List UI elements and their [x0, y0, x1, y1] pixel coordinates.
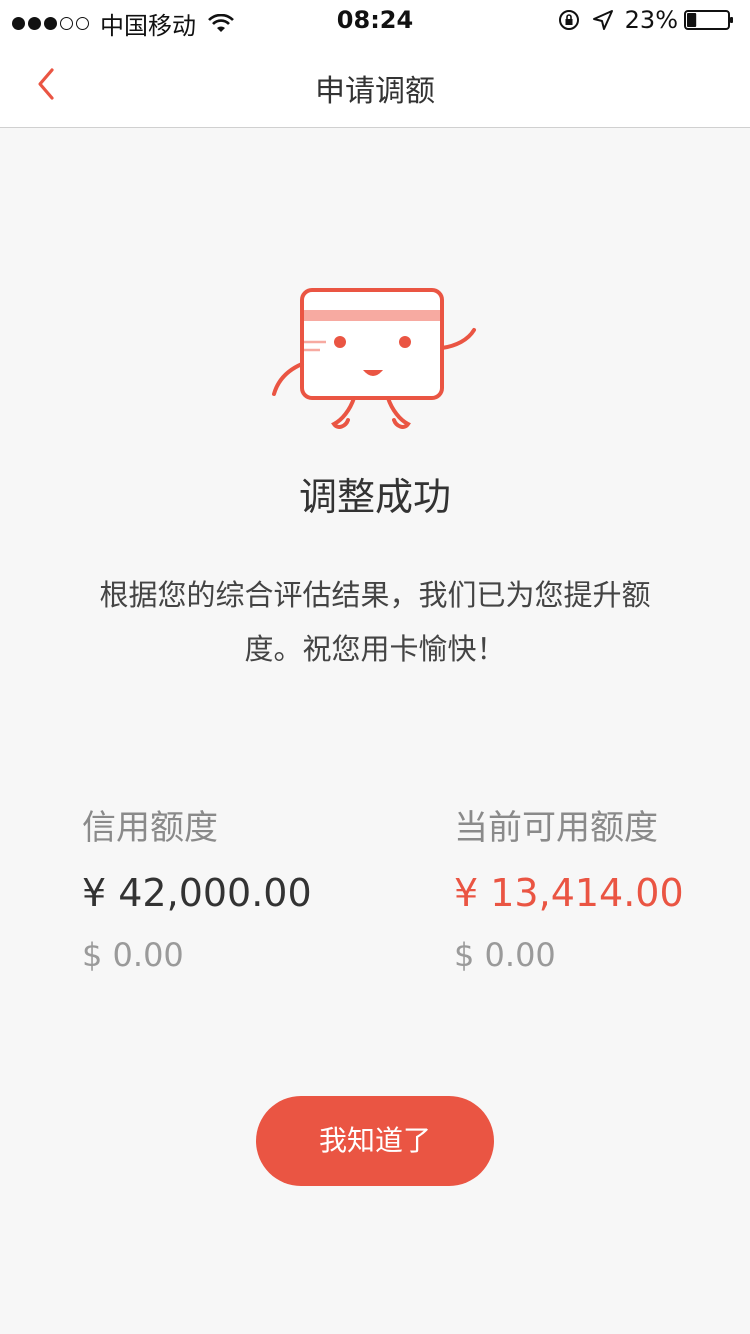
nav-bar: 申请调额 — [0, 40, 750, 128]
page-title: 申请调额 — [315, 74, 435, 109]
status-right: 23% — [557, 6, 736, 34]
confirm-button[interactable]: 我知道了 — [256, 1096, 494, 1186]
battery-icon — [684, 10, 733, 30]
limits-section: 信用额度 ¥ 42,000.00 $ 0.00 当前可用额度 ¥ 13,414.… — [0, 800, 750, 990]
available-limit-cny: ¥ 13,414.00 — [454, 871, 684, 915]
screen: 中国移动 08:24 23% 申请调额 调整成功 根据您的综合评估结果，我们已为… — [0, 0, 750, 1334]
result-description: 根据您的综合评估结果，我们已为您提升额度。祝您用卡愉快！ — [99, 578, 651, 666]
credit-limit-usd: $ 0.00 — [82, 936, 184, 974]
available-limit-label: 当前可用额度 — [454, 808, 658, 848]
battery-percent: 23% — [624, 6, 678, 34]
location-arrow-icon — [592, 10, 613, 30]
credit-limit: 信用额度 ¥ 42,000.00 $ 0.00 — [82, 800, 312, 980]
status-bar: 中国移动 08:24 23% — [0, 0, 750, 40]
available-limit-usd: $ 0.00 — [454, 936, 556, 974]
result-title: 调整成功 — [298, 475, 451, 519]
card-mascot-illustration — [272, 288, 476, 429]
credit-limit-cny: ¥ 42,000.00 — [82, 871, 312, 915]
orientation-lock-icon — [558, 10, 579, 30]
credit-limit-label: 信用额度 — [82, 808, 218, 848]
available-limit: 当前可用额度 ¥ 13,414.00 $ 0.00 — [454, 800, 684, 980]
